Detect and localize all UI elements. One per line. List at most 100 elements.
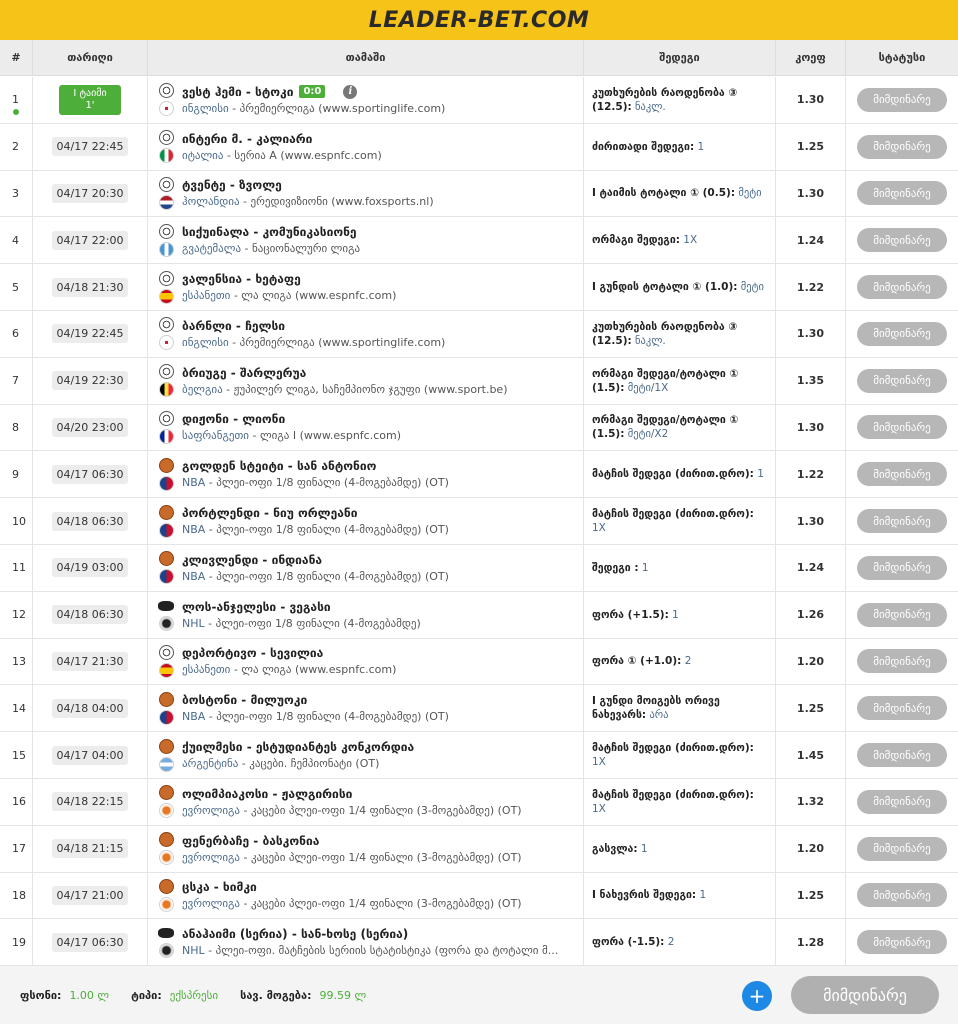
match-title[interactable]: დეპორტივო - სევილია (182, 646, 323, 660)
game-cell[interactable]: ცსკა - ხიმკი ევროლიგა - კაცები პლეი-ოფი … (148, 872, 584, 919)
game-cell[interactable]: ქუილმესი - ესტუდიანტეს კონკორდია არგენტი… (148, 732, 584, 778)
date-cell: I ტაიმი 1' (33, 77, 148, 123)
status-button[interactable]: მიმდინარე (857, 368, 947, 393)
table-row[interactable]: 8 04/20 23:00 დიჟონი - ლიონი საფრანგეთი … (0, 404, 958, 452)
match-title[interactable]: ლოს-ანჯელესი - ვეგასი (182, 600, 331, 614)
match-title[interactable]: ვესტ ჰემი - სტოკი (182, 85, 293, 99)
table-row[interactable]: 3 04/17 20:30 ტვენტე - ზვოლე ჰოლანდია - … (0, 170, 958, 218)
status-button[interactable]: მიმდინარე (857, 602, 947, 627)
type-label: ტიპი: (131, 988, 162, 1002)
status-button[interactable]: მიმდინარე (857, 509, 947, 534)
table-row[interactable]: 14 04/18 04:00 ბოსტონი - მილუოკი NBA - პ… (0, 685, 958, 733)
league-name: ევროლიგა (182, 897, 241, 911)
row-number: 12 (12, 608, 26, 622)
status-button[interactable]: მიმდინარე (857, 930, 947, 955)
game-text: ფენერბაჩე - ბასკონია ევროლიგა - კაცები პ… (182, 834, 522, 864)
match-title[interactable]: გოლდენ სტეიტი - სან ანტონიო (182, 459, 376, 473)
stake-value: 1.00 ლ (69, 988, 110, 1002)
status-main-button[interactable]: მიმდინარე (791, 976, 939, 1014)
match-title[interactable]: ფენერბაჩე - ბასკონია (182, 834, 319, 848)
game-cell[interactable]: ტვენტე - ზვოლე ჰოლანდია - ერედივიზიონი (… (148, 170, 584, 217)
match-title[interactable]: სიქუინალა - კომუნიკასიონე (182, 225, 357, 239)
table-row[interactable]: 11 04/19 03:00 კლივლენდი - ინდიანა NBA -… (0, 544, 958, 592)
match-title[interactable]: ბოსტონი - მილუოკი (182, 693, 307, 707)
status-button[interactable]: მიმდინარე (857, 415, 947, 440)
site-logo[interactable]: LEADER-BET.COM (369, 8, 590, 33)
match-title[interactable]: ოლიმპიაკოსი - ჟალგირისი (182, 787, 352, 801)
match-title[interactable]: ცსკა - ხიმკი (182, 880, 257, 894)
table-row[interactable]: 10 04/18 06:30 პორტლენდი - ნიუ ორლეანი N… (0, 498, 958, 545)
match-title[interactable]: ვალენსია - ხეტაფე (182, 272, 301, 286)
game-cell[interactable]: ანაჰაიმი (სერია) - სან-ხოსე (სერია) NHL … (148, 919, 584, 966)
table-row[interactable]: 18 04/17 21:00 ცსკა - ხიმკი ევროლიგა - კ… (0, 872, 958, 920)
match-title[interactable]: დიჟონი - ლიონი (182, 412, 285, 426)
status-button[interactable]: მიმდინარე (857, 181, 947, 206)
game-cell[interactable]: ბრიუგე - შარლერუა ბელგია - ჟუპილერ ლიგა,… (148, 357, 584, 404)
table-row[interactable]: 2 04/17 22:45 ინტერი მ. - კალიარი იტალია… (0, 123, 958, 171)
match-title[interactable]: კლივლენდი - ინდიანა (182, 553, 322, 567)
status-button[interactable]: მიმდინარე (857, 696, 947, 721)
info-icon[interactable]: i (343, 84, 358, 99)
table-row[interactable]: 12 04/18 06:30 ლოს-ანჯელესი - ვეგასი NHL… (0, 591, 958, 639)
game-text: კლივლენდი - ინდიანა NBA - პლეი-ოფი 1/8 ფ… (182, 553, 449, 583)
match-league-line: ევროლიგა - კაცები პლეი-ოფი 1/4 ფინალი (3… (182, 897, 522, 910)
game-cell[interactable]: ბარნლი - ჩელსი ინგლისი - პრემიერლიგა (ww… (148, 310, 584, 357)
add-button[interactable]: + (742, 981, 772, 1011)
match-title[interactable]: პორტლენდი - ნიუ ორლეანი (182, 506, 357, 520)
basketball-icon (158, 691, 174, 707)
game-cell[interactable]: ვესტ ჰემი - სტოკი 0:0 i ინგლისი - პრემიერლ… (148, 77, 584, 123)
table-row[interactable]: 13 04/17 21:30 დეპორტივო - სევილია ესპან… (0, 638, 958, 686)
match-title[interactable]: ტვენტე - ზვოლე (182, 178, 282, 192)
odd-cell: 1.25 (776, 685, 846, 732)
table-row[interactable]: 1 I ტაიმი 1' ვესტ ჰემი - სტოკი 0:0 i ინგლი… (0, 77, 958, 124)
match-title[interactable]: ინტერი მ. - კალიარი (182, 132, 312, 146)
status-button[interactable]: მიმდინარე (857, 134, 947, 159)
status-button[interactable]: მიმდინარე (857, 321, 947, 346)
row-number: 1 (12, 93, 19, 107)
status-button[interactable]: მიმდინარე (857, 743, 947, 768)
match-title[interactable]: ბრიუგე - შარლერუა (182, 366, 306, 380)
status-cell: მიმდინარე (846, 217, 958, 263)
game-cell[interactable]: ლოს-ანჯელესი - ვეგასი NHL - პლეი-ოფი 1/8… (148, 591, 584, 638)
odd-cell: 1.30 (776, 170, 846, 217)
game-cell[interactable]: სიქუინალა - კომუნიკასიონე გვატემალა - ნა… (148, 217, 584, 264)
bet-outcome: 1X (592, 756, 606, 769)
table-row[interactable]: 6 04/19 22:45 ბარნლი - ჩელსი ინგლისი - პ… (0, 310, 958, 358)
table-row[interactable]: 5 04/18 21:30 ვალენსია - ხეტაფე ესპანეთი… (0, 264, 958, 311)
table-row[interactable]: 9 04/17 06:30 გოლდენ სტეიტი - სან ანტონი… (0, 451, 958, 499)
game-cell[interactable]: ინტერი მ. - კალიარი იტალია - სერია A (ww… (148, 123, 584, 170)
game-cell[interactable]: ბოსტონი - მილუოკი NBA - პლეი-ოფი 1/8 ფინ… (148, 685, 584, 732)
status-button[interactable]: მიმდინარე (857, 883, 947, 908)
status-button[interactable]: მიმდინარე (857, 87, 947, 112)
game-cell[interactable]: კლივლენდი - ინდიანა NBA - პლეი-ოფი 1/8 ფ… (148, 544, 584, 591)
game-cell[interactable]: ფენერბაჩე - ბასკონია ევროლიგა - კაცები პ… (148, 825, 584, 872)
status-button[interactable]: მიმდინარე (857, 789, 947, 814)
game-cell[interactable]: ვალენსია - ხეტაფე ესპანეთი - ლა ლიგა (ww… (148, 264, 584, 310)
game-cell[interactable]: ოლიმპიაკოსი - ჟალგირისი ევროლიგა - კაცებ… (148, 778, 584, 825)
odd-value: 1.25 (796, 140, 825, 154)
table-row[interactable]: 19 04/17 06:30 ანაჰაიმი (სერია) - სან-ხო… (0, 919, 958, 967)
status-button[interactable]: მიმდინარე (857, 836, 947, 861)
table-row[interactable]: 4 04/17 22:00 სიქუინალა - კომუნიკასიონე … (0, 217, 958, 265)
col-game: თამაში (148, 40, 584, 75)
status-button[interactable]: მიმდინარე (857, 649, 947, 674)
game-cell[interactable]: დეპორტივო - სევილია ესპანეთი - ლა ლიგა (… (148, 638, 584, 685)
status-button[interactable]: მიმდინარე (857, 275, 947, 300)
table-row[interactable]: 15 04/17 04:00 ქუილმესი - ესტუდიანტეს კო… (0, 732, 958, 779)
status-button[interactable]: მიმდინარე (857, 462, 947, 487)
table-row[interactable]: 7 04/19 22:30 ბრიუგე - შარლერუა ბელგია -… (0, 357, 958, 405)
game-cell[interactable]: გოლდენ სტეიტი - სან ანტონიო NBA - პლეი-ო… (148, 451, 584, 498)
bet-market: I ნახევრის შედეგი: (592, 889, 697, 902)
game-cell[interactable]: პორტლენდი - ნიუ ორლეანი NBA - პლეი-ოფი 1… (148, 498, 584, 544)
match-title[interactable]: ქუილმესი - ესტუდიანტეს კონკორდია (182, 740, 414, 754)
match-title[interactable]: ბარნლი - ჩელსი (182, 319, 285, 333)
match-title[interactable]: ანაჰაიმი (სერია) - სან-ხოსე (სერია) (182, 927, 408, 941)
status-button[interactable]: მიმდინარე (857, 555, 947, 580)
status-button[interactable]: მიმდინარე (857, 228, 947, 253)
table-row[interactable]: 17 04/18 21:15 ფენერბაჩე - ბასკონია ევრო… (0, 825, 958, 873)
bet-outcome: არა (649, 709, 669, 722)
football-icon (158, 130, 174, 146)
table-row[interactable]: 16 04/18 22:15 ოლიმპიაკოსი - ჟალგირისი ე… (0, 778, 958, 826)
date-cell: 04/17 22:45 (33, 123, 148, 170)
game-cell[interactable]: დიჟონი - ლიონი საფრანგეთი - ლიგა I (www.… (148, 404, 584, 451)
